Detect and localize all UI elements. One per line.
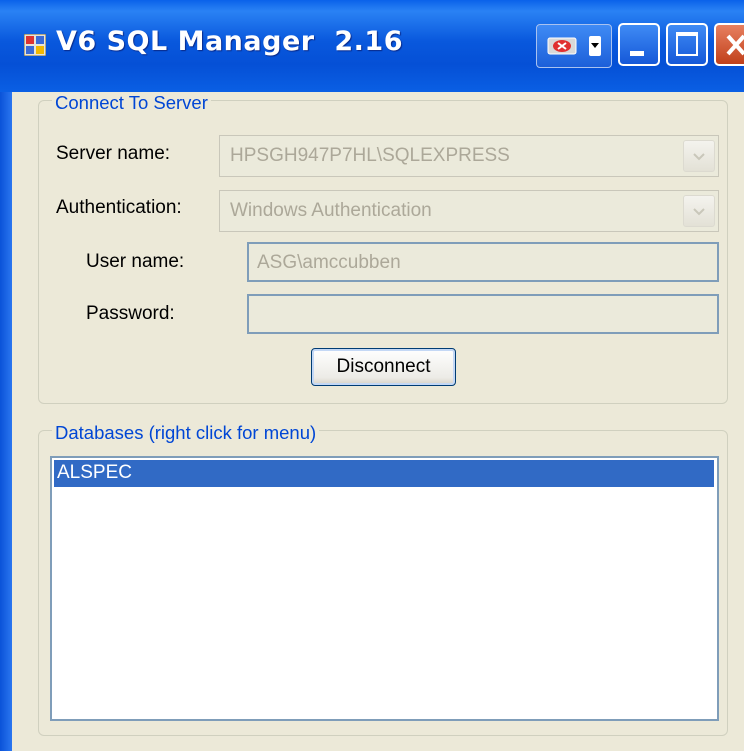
title-bar[interactable]: V6 SQL Manager 2.16 bbox=[0, 0, 744, 92]
server-name-combobox[interactable]: HPSGH947P7HL\SQLEXPRESS bbox=[219, 135, 719, 177]
server-name-value: HPSGH947P7HL\SQLEXPRESS bbox=[230, 145, 510, 166]
password-field[interactable] bbox=[247, 294, 719, 334]
app-window: V6 SQL Manager 2.16 Connect To Server Se… bbox=[0, 0, 744, 751]
chevron-down-icon bbox=[693, 208, 705, 216]
red-x-cd-icon bbox=[547, 37, 577, 55]
user-name-value: ASG\amccubben bbox=[257, 252, 401, 273]
chevron-down-icon bbox=[589, 36, 601, 56]
list-item-label: ALSPEC bbox=[57, 462, 132, 483]
window-title: V6 SQL Manager 2.16 bbox=[56, 26, 403, 57]
window-border-left bbox=[0, 92, 12, 751]
app-icon[interactable] bbox=[24, 34, 46, 56]
connect-groupbox-title: Connect To Server bbox=[52, 92, 211, 114]
authentication-combobox[interactable]: Windows Authentication bbox=[219, 190, 719, 232]
minimize-button[interactable] bbox=[618, 23, 660, 66]
maximize-icon bbox=[676, 32, 698, 56]
maximize-button[interactable] bbox=[666, 23, 708, 66]
close-icon bbox=[726, 34, 744, 56]
disconnect-button-label: Disconnect bbox=[336, 356, 431, 377]
authentication-dropdown-button[interactable] bbox=[683, 195, 715, 227]
databases-groupbox-title: Databases (right click for menu) bbox=[52, 422, 320, 444]
server-name-label: Server name: bbox=[56, 143, 171, 164]
list-item[interactable]: ALSPEC bbox=[54, 460, 714, 487]
chevron-down-icon bbox=[693, 153, 705, 161]
minimize-icon bbox=[630, 51, 644, 56]
disconnect-button[interactable]: Disconnect bbox=[311, 348, 456, 386]
extra-menu-button[interactable] bbox=[536, 24, 612, 68]
close-button[interactable] bbox=[714, 23, 744, 66]
user-name-field[interactable]: ASG\amccubben bbox=[247, 242, 719, 282]
user-name-label: User name: bbox=[86, 251, 185, 272]
databases-listbox[interactable]: ALSPEC bbox=[50, 456, 719, 721]
authentication-value: Windows Authentication bbox=[230, 200, 432, 221]
server-name-dropdown-button[interactable] bbox=[683, 140, 715, 172]
password-label: Password: bbox=[86, 303, 175, 324]
authentication-label: Authentication: bbox=[56, 197, 182, 218]
